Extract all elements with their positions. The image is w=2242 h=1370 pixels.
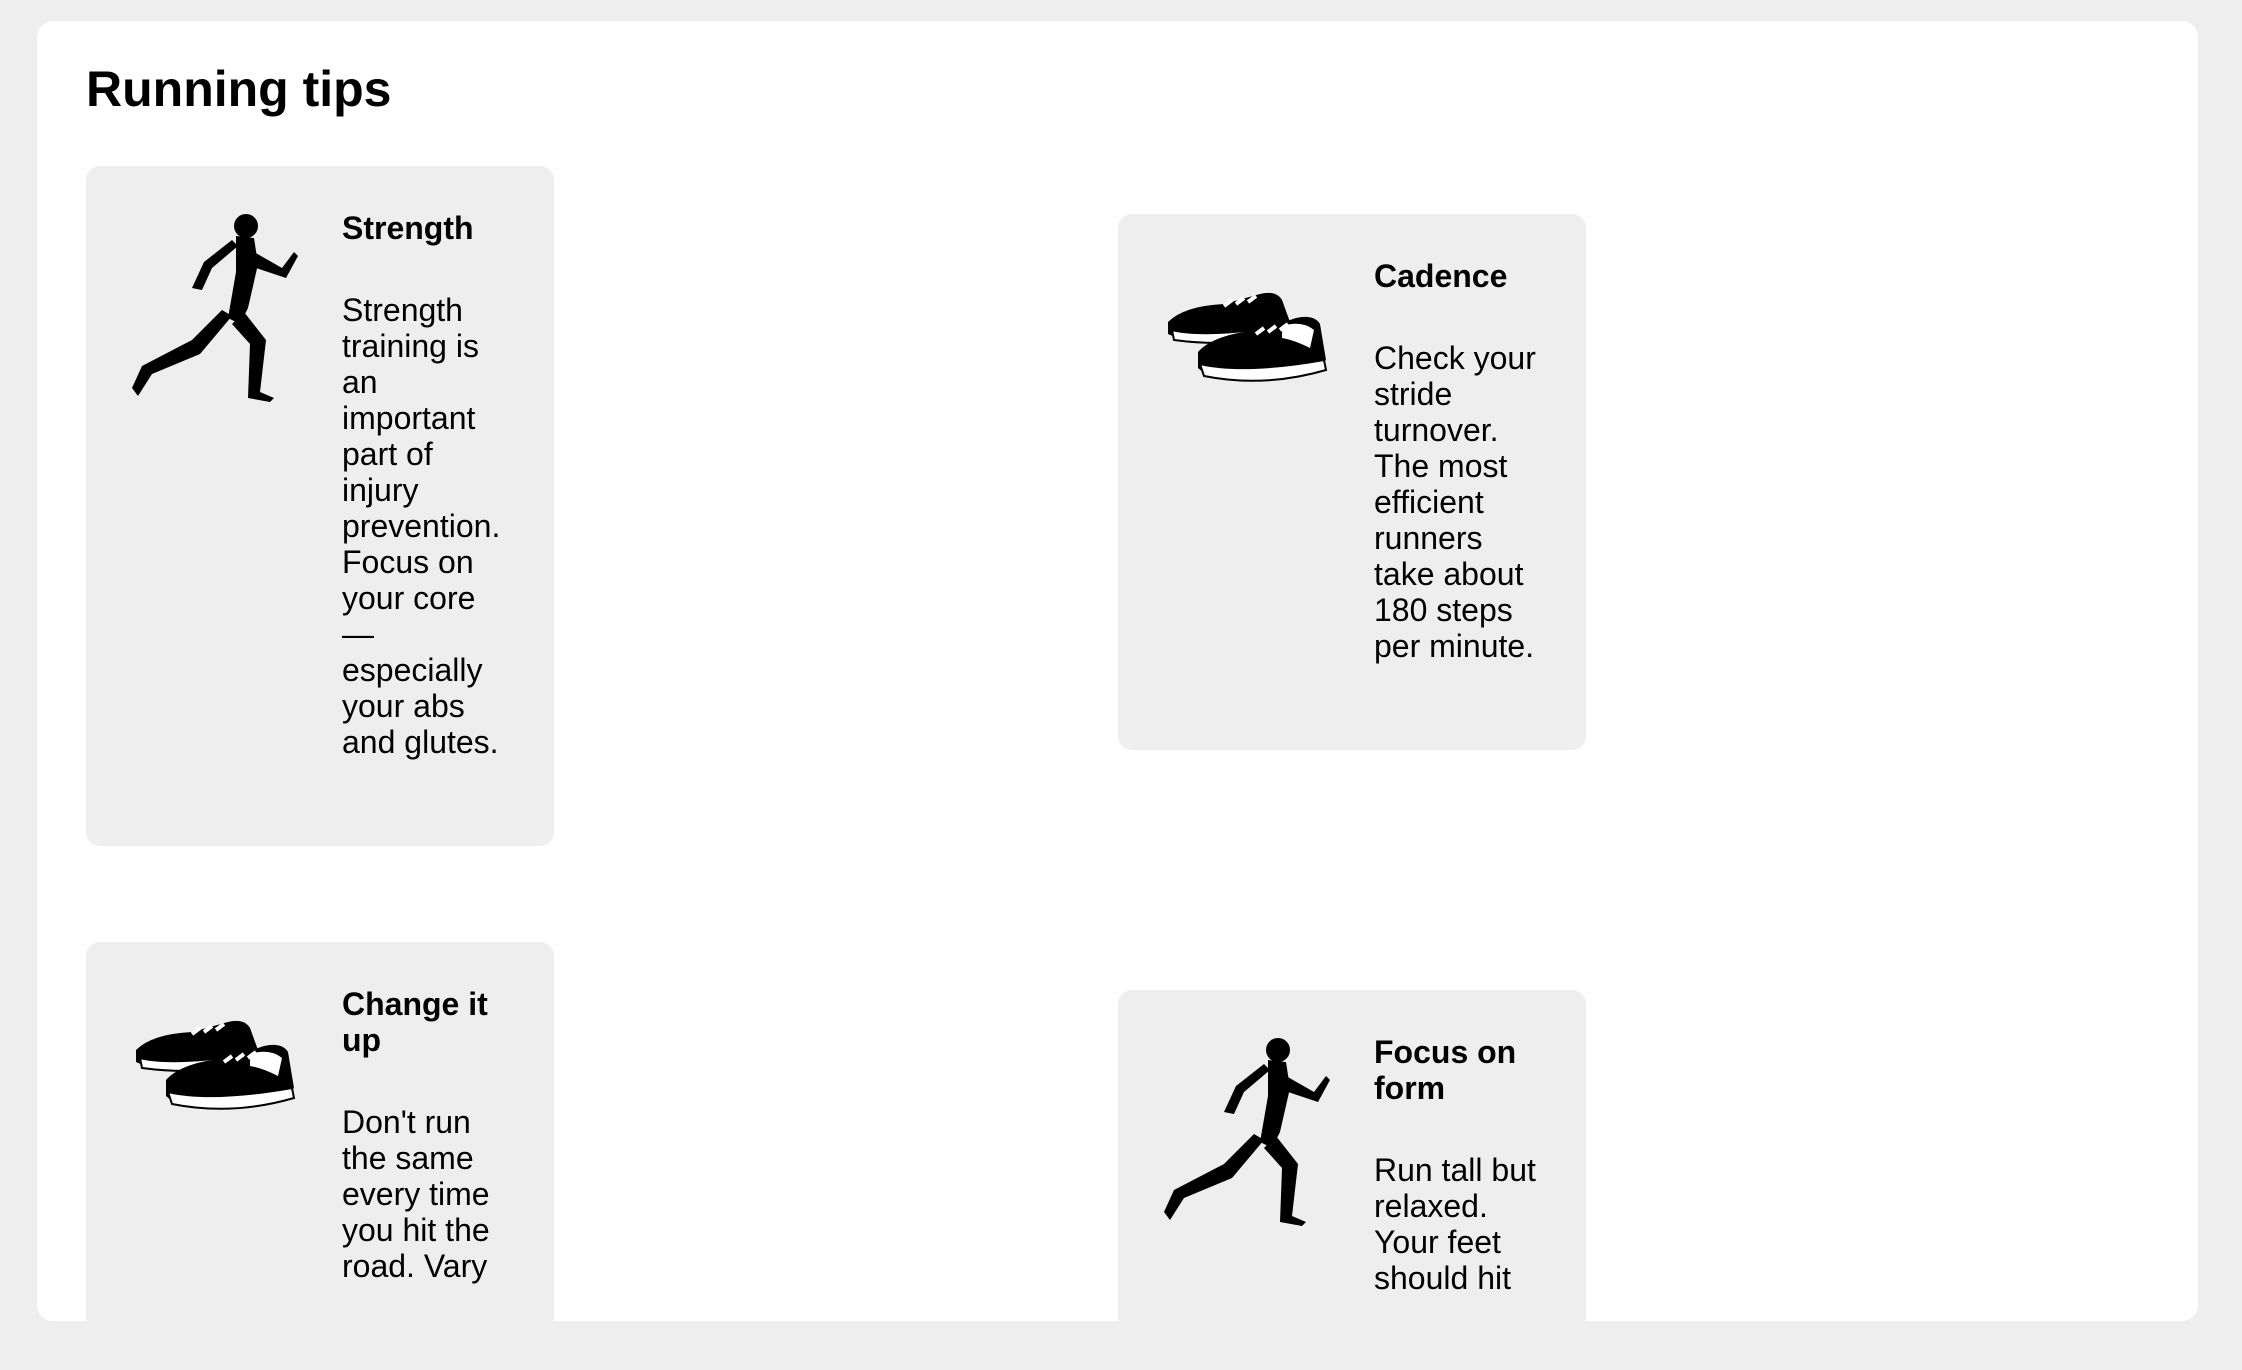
tip-card-strength: Strength Strength training is an importa… [86,166,554,846]
tip-card-focus-on-form: Focus on form Run tall but relaxed. Your… [1118,990,1586,1370]
tip-card-change-it-up: Change it up Don't run the same every ti… [86,942,554,1362]
card-body: Strength training is an important part o… [342,292,501,760]
sneakers-icon [1164,260,1330,450]
runner-icon [132,212,298,402]
card-body: Run tall but relaxed. Your feet should h… [1374,1152,1536,1296]
card-text: Cadence Check your stride turnover. The … [1374,258,1544,664]
card-body: Don't run the same every time you hit th… [342,1104,490,1284]
tip-card-cadence: Cadence Check your stride turnover. The … [1118,214,1586,750]
card-text: Focus on form Run tall but relaxed. Your… [1374,1034,1544,1296]
card-text: Change it up Don't run the same every ti… [342,986,512,1284]
sneakers-icon [132,988,298,1178]
card-heading: Focus on form [1374,1034,1517,1106]
card-body: Check your stride turnover. The most eff… [1374,340,1536,664]
page-title: Running tips [86,61,392,117]
card-heading: Cadence [1374,258,1508,294]
card-text: Strength Strength training is an importa… [342,210,512,760]
runner-icon [1164,1036,1330,1226]
card-heading: Change it up [342,986,488,1058]
card-heading: Strength [342,210,474,246]
